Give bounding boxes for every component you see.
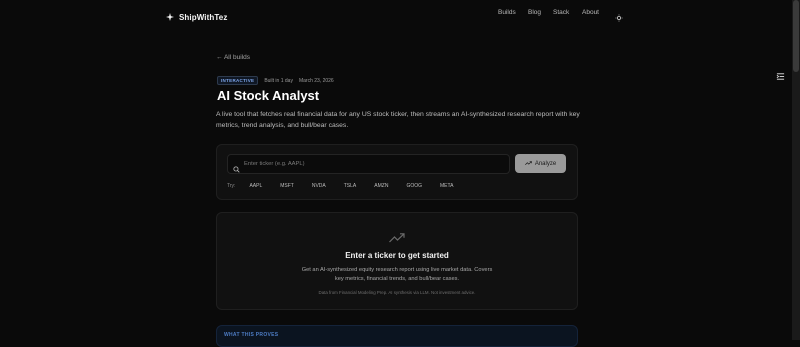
ticker-chip-meta[interactable]: META	[436, 181, 458, 191]
example-tickers: Try: AAPL MSFT NVDA TSLA AMZN GOOG META	[227, 181, 458, 191]
empty-state-description: Get an AI-synthesized equity research re…	[301, 267, 493, 282]
sparkle-icon	[166, 8, 174, 26]
ticker-input[interactable]	[244, 155, 499, 173]
analyze-button-label: Analyze	[534, 160, 557, 167]
page-title: AI Stock Analyst	[217, 88, 320, 103]
ticker-search-card: Analyze Try: AAPL MSFT NVDA TSLA AMZN GO…	[216, 144, 578, 200]
empty-state-title: Enter a ticker to get started	[345, 251, 449, 260]
scrollbar-thumb[interactable]	[793, 0, 799, 72]
ticker-chip-amzn[interactable]: AMZN	[370, 181, 392, 191]
brand-name: ShipWithTez	[179, 12, 228, 22]
ticker-chip-goog[interactable]: GOOG	[402, 181, 426, 191]
brand-link[interactable]: ShipWithTez	[166, 8, 227, 26]
page-description: A live tool that fetches real financial …	[216, 111, 580, 130]
analyze-button[interactable]: Analyze	[515, 154, 566, 173]
ticker-chip-msft[interactable]: MSFT	[276, 181, 298, 191]
section-heading: WHAT THIS PROVES	[224, 332, 279, 338]
scrollbar[interactable]	[792, 0, 800, 340]
interactive-badge: INTERACTIVE	[217, 76, 259, 85]
ticker-chip-tsla[interactable]: TSLA	[340, 181, 361, 191]
back-to-builds-link[interactable]: ← All builds	[216, 54, 250, 61]
nav-link-about[interactable]: About	[582, 9, 599, 16]
nav-link-stack[interactable]: Stack	[553, 9, 569, 16]
trending-up-icon	[524, 160, 532, 168]
try-label: Try:	[227, 183, 236, 189]
ticker-search-field[interactable]	[227, 154, 510, 174]
build-duration: Built in 1 day	[264, 77, 293, 84]
top-navigation: ShipWithTez Builds Blog Stack About	[0, 0, 792, 28]
empty-state-card: Enter a ticker to get started Get an AI-…	[216, 212, 578, 310]
build-meta: INTERACTIVE Built in 1 day March 23, 202…	[217, 76, 334, 85]
build-date: March 23, 2026	[298, 77, 334, 84]
sidebar-toggle-icon[interactable]	[776, 68, 785, 86]
search-icon	[233, 160, 240, 178]
nav-link-builds[interactable]: Builds	[498, 9, 516, 16]
nav-link-blog[interactable]: Blog	[528, 9, 541, 16]
ticker-chip-nvda[interactable]: NVDA	[308, 181, 330, 191]
ticker-chip-aapl[interactable]: AAPL	[245, 181, 266, 191]
trending-up-icon	[389, 230, 405, 248]
sun-icon[interactable]	[615, 9, 623, 27]
data-source-note: Data from Financial Modeling Prep. AI sy…	[318, 290, 476, 295]
what-this-proves-section: WHAT THIS PROVES	[216, 325, 578, 347]
